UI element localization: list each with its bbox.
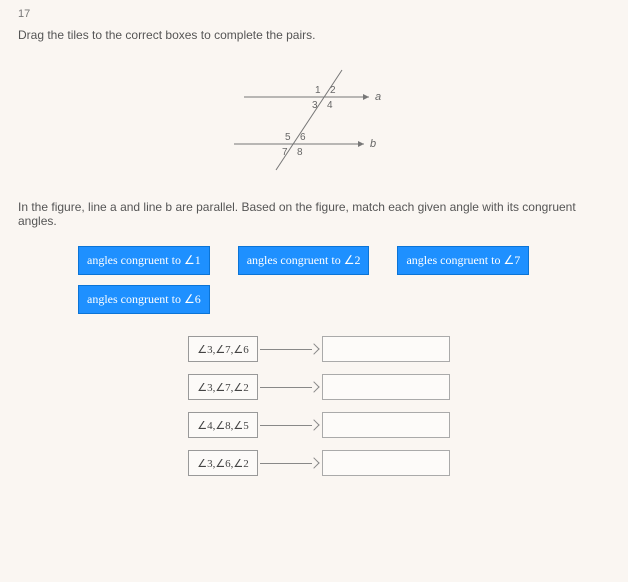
pair-left-label: ∠3,∠7,∠6	[188, 336, 258, 362]
angle-label-3: 3	[312, 100, 318, 111]
question-number: 17	[18, 8, 610, 20]
drop-zone[interactable]	[322, 412, 450, 438]
tile-angle-7[interactable]: angles congruent to ∠7	[397, 246, 529, 275]
pair-left-label: ∠4,∠8,∠5	[188, 412, 258, 438]
drop-zone[interactable]	[322, 336, 450, 362]
pair-row: ∠3,∠7,∠6	[188, 336, 610, 362]
tile-angle-2[interactable]: angles congruent to ∠2	[238, 246, 370, 275]
drop-zone[interactable]	[322, 450, 450, 476]
explanation-text: In the figure, line a and line b are par…	[18, 200, 610, 228]
pair-row: ∠3,∠7,∠2	[188, 374, 610, 400]
pairs-container: ∠3,∠7,∠6 ∠3,∠7,∠2 ∠4,∠8,∠5 ∠3,∠6,∠2	[188, 336, 610, 476]
angles-diagram: 1 2 3 4 5 6 7 8 a b	[214, 52, 414, 182]
angle-label-4: 4	[327, 100, 333, 111]
instruction-text: Drag the tiles to the correct boxes to c…	[18, 28, 610, 42]
angle-label-6: 6	[300, 132, 306, 143]
line-label-a: a	[375, 91, 381, 103]
pair-row: ∠3,∠6,∠2	[188, 450, 610, 476]
arrow-icon	[258, 453, 322, 473]
pair-left-label: ∠3,∠7,∠2	[188, 374, 258, 400]
drop-zone[interactable]	[322, 374, 450, 400]
arrow-icon	[258, 377, 322, 397]
pair-row: ∠4,∠8,∠5	[188, 412, 610, 438]
angle-label-7: 7	[282, 147, 288, 158]
pair-left-label: ∠3,∠6,∠2	[188, 450, 258, 476]
tile-angle-6[interactable]: angles congruent to ∠6	[78, 285, 210, 314]
arrow-icon	[258, 415, 322, 435]
line-label-b: b	[370, 138, 376, 150]
angle-label-5: 5	[285, 132, 291, 143]
angle-label-2: 2	[330, 85, 336, 96]
figure-container: 1 2 3 4 5 6 7 8 a b	[18, 52, 610, 182]
angle-label-1: 1	[315, 85, 321, 96]
tile-angle-1[interactable]: angles congruent to ∠1	[78, 246, 210, 275]
tiles-container: angles congruent to ∠1 angles congruent …	[78, 246, 610, 314]
arrow-icon	[258, 339, 322, 359]
angle-label-8: 8	[297, 147, 303, 158]
